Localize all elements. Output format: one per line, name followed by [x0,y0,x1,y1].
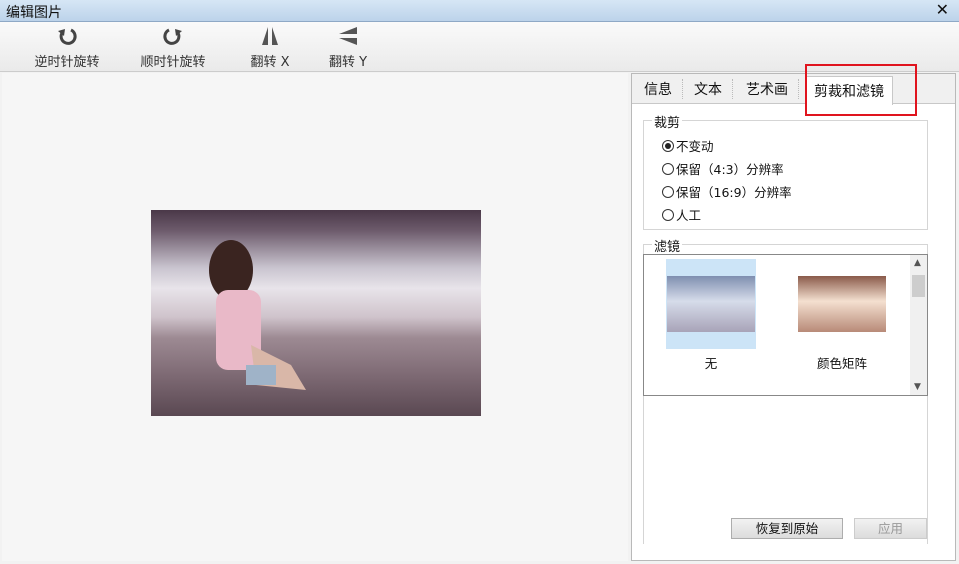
toolbar: 逆时针旋转 顺时针旋转 翻转 X 翻转 Y [0,22,959,72]
flip-x-label: 翻转 X [250,55,290,70]
flip-x-icon [240,24,300,48]
radio-icon [662,185,674,198]
tab-text[interactable]: 文本 [694,79,733,99]
filter-thumbnail [797,259,887,349]
filter-label: 无 [704,356,718,371]
flip-y-label: 翻转 Y [328,55,368,70]
tab-crop-filter[interactable]: 剪裁和滤镜 [805,76,893,105]
flip-y-icon [318,24,378,48]
window-title: 编辑图片 [6,5,62,21]
crop-option-label: 保留（4:3）分辨率 [676,162,784,177]
crop-option-manual[interactable]: 人工 [662,205,701,224]
filter-scrollbar[interactable]: ▲ ▼ [910,255,927,395]
radio-icon [662,162,674,175]
crop-group-label: 裁剪 [652,112,683,131]
close-button[interactable]: ✕ [936,0,949,19]
filter-label: 颜色矩阵 [816,356,867,371]
crop-option-4-3[interactable]: 保留（4:3）分辨率 [662,159,784,178]
title-bar: 编辑图片 ✕ [0,0,959,22]
tab-bar: 信息 文本 艺术画 剪裁和滤镜 [632,74,955,105]
radio-checked-icon [662,139,674,152]
filter-group-label: 滤镜 [652,236,683,255]
flip-x-button[interactable]: 翻转 X [240,24,300,70]
apply-button[interactable]: 应用 [854,518,927,539]
filter-item-none[interactable]: 无 [666,259,756,372]
scroll-up-icon[interactable]: ▲ [914,258,921,268]
filter-item-color-matrix[interactable]: 颜色矩阵 [797,259,887,372]
scrollbar-thumb[interactable] [912,275,925,297]
scroll-down-icon[interactable]: ▼ [914,382,921,392]
preview-image [151,210,481,416]
tab-art[interactable]: 艺术画 [746,79,799,99]
restore-original-button[interactable]: 恢复到原始 [731,518,843,539]
rotate-cw-icon [128,24,218,48]
crop-option-16-9[interactable]: 保留（16:9）分辨率 [662,182,792,201]
crop-option-label: 保留（16:9）分辨率 [676,185,792,200]
crop-option-label: 人工 [676,208,702,223]
rotate-ccw-button[interactable]: 逆时针旋转 [22,24,112,70]
flip-y-button[interactable]: 翻转 Y [318,24,378,70]
crop-option-label: 不变动 [676,139,714,154]
crop-group: 裁剪 不变动 保留（4:3）分辨率 保留（16:9）分辨率 人工 [643,112,928,230]
filter-thumbnail [666,259,756,349]
rotate-ccw-label: 逆时针旋转 [34,55,100,70]
rotate-ccw-icon [22,24,112,48]
rotate-cw-label: 顺时针旋转 [140,55,206,70]
tab-info[interactable]: 信息 [644,79,683,99]
filter-list: 无 颜色矩阵 ▲ ▼ [643,254,928,396]
rotate-cw-button[interactable]: 顺时针旋转 [128,24,218,70]
radio-icon [662,208,674,221]
crop-option-keep[interactable]: 不变动 [662,136,714,155]
